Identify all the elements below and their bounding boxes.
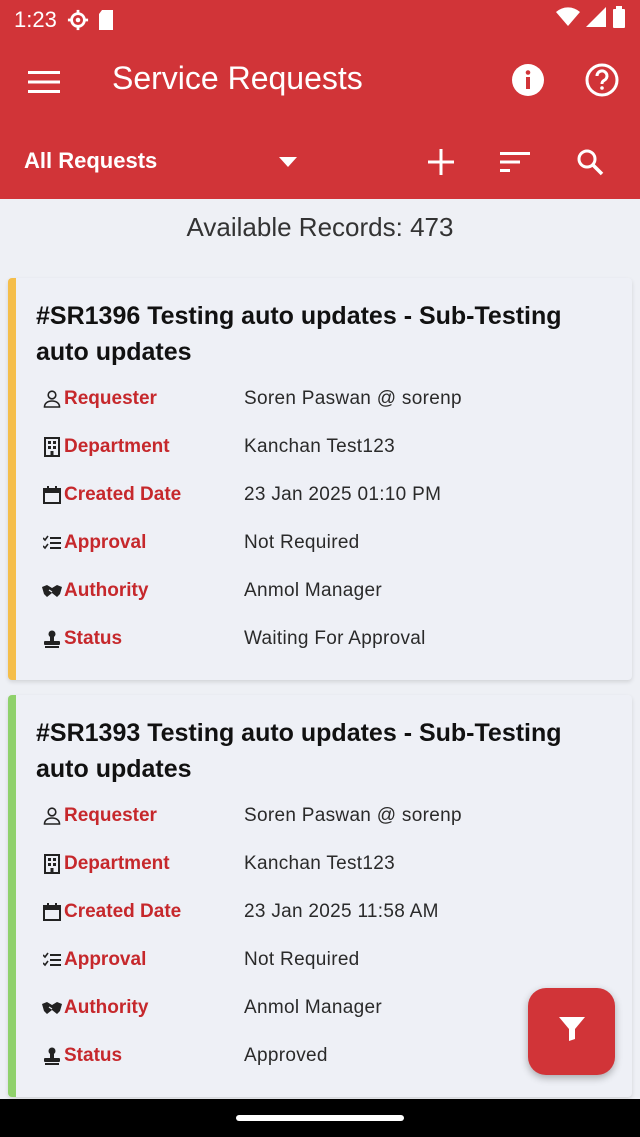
- building-icon: [42, 854, 62, 874]
- settings-gear-icon: [67, 9, 89, 31]
- available-records-count: Available Records: 473: [186, 212, 454, 242]
- requester-value: Soren Paswan @ sorenp: [244, 805, 462, 826]
- status-label: Status: [64, 1045, 123, 1066]
- handshake-icon: [42, 998, 62, 1018]
- approval-value: Not Required: [244, 949, 360, 970]
- wifi-icon: [556, 7, 580, 33]
- requester-row: Requester Soren Paswan @ sorenp: [42, 384, 622, 414]
- signal-icon: [586, 7, 606, 33]
- approval-row: Approval Not Required: [42, 528, 622, 558]
- status-value: Waiting For Approval: [244, 628, 426, 649]
- approval-label: Approval: [64, 949, 147, 970]
- requester-row: Requester Soren Paswan @ sorenp: [42, 801, 622, 831]
- filter-fab-button[interactable]: [528, 988, 615, 1075]
- plus-icon[interactable]: [421, 142, 461, 182]
- created-date-value: 23 Jan 2025 01:10 PM: [244, 484, 442, 505]
- requester-value: Soren Paswan @ sorenp: [244, 388, 462, 409]
- created-date-label: Created Date: [64, 901, 182, 922]
- help-icon[interactable]: [582, 60, 622, 100]
- status-time: 1:23: [14, 7, 57, 32]
- home-gesture-handle[interactable]: [236, 1115, 404, 1121]
- approval-row: Approval Not Required: [42, 945, 622, 975]
- caret-down-icon: [279, 154, 297, 172]
- created-date-row: Created Date 23 Jan 2025 01:10 PM: [42, 480, 622, 510]
- page-title: Service Requests: [112, 60, 363, 96]
- checklist-icon: [42, 533, 62, 553]
- created-date-row: Created Date 23 Jan 2025 11:58 AM: [42, 897, 622, 927]
- requester-label: Requester: [64, 388, 157, 409]
- person-icon: [42, 389, 62, 409]
- building-icon: [42, 437, 62, 457]
- search-icon[interactable]: [570, 142, 610, 182]
- status-value: Approved: [244, 1045, 328, 1066]
- app-bar: Service Requests: [0, 40, 640, 122]
- checklist-icon: [42, 950, 62, 970]
- status-label: Status: [64, 628, 123, 649]
- stamp-icon: [42, 629, 62, 649]
- info-icon[interactable]: [508, 60, 548, 100]
- sd-card-icon: [97, 9, 115, 31]
- service-request-card[interactable]: #SR1396 Testing auto updates - Sub-Testi…: [8, 278, 632, 680]
- approval-value: Not Required: [244, 532, 360, 553]
- hamburger-menu-icon[interactable]: [24, 62, 64, 102]
- calendar-icon: [42, 902, 62, 922]
- stamp-icon: [42, 1046, 62, 1066]
- sort-icon[interactable]: [495, 142, 535, 182]
- authority-value: Anmol Manager: [244, 997, 383, 1018]
- app-header: 1:23 Service Requests All Requests: [0, 0, 640, 199]
- approval-label: Approval: [64, 532, 147, 553]
- filter-toolbar: All Requests: [0, 122, 640, 199]
- filter-icon: [558, 1017, 585, 1046]
- request-title: #SR1393 Testing auto updates - Sub-Testi…: [36, 719, 562, 783]
- department-value: Kanchan Test123: [244, 853, 395, 874]
- created-date-value: 23 Jan 2025 11:58 AM: [244, 901, 439, 922]
- department-label: Department: [64, 853, 170, 874]
- authority-label: Authority: [64, 580, 149, 601]
- battery-icon: [612, 6, 626, 34]
- handshake-icon: [42, 581, 62, 601]
- person-icon: [42, 806, 62, 826]
- status-bar: 1:23: [0, 0, 640, 40]
- department-value: Kanchan Test123: [244, 436, 395, 457]
- request-title: #SR1396 Testing auto updates - Sub-Testi…: [36, 302, 562, 366]
- created-date-label: Created Date: [64, 484, 182, 505]
- request-filter-dropdown[interactable]: All Requests: [24, 144, 304, 178]
- filter-selected-value: All Requests: [24, 148, 158, 173]
- authority-value: Anmol Manager: [244, 580, 383, 601]
- system-navigation-bar: [0, 1099, 640, 1137]
- authority-row: Authority Anmol Manager: [42, 576, 622, 606]
- authority-label: Authority: [64, 997, 149, 1018]
- department-row: Department Kanchan Test123: [42, 432, 622, 462]
- department-label: Department: [64, 436, 170, 457]
- requester-label: Requester: [64, 805, 157, 826]
- calendar-icon: [42, 485, 62, 505]
- department-row: Department Kanchan Test123: [42, 849, 622, 879]
- status-row: Status Waiting For Approval: [42, 624, 622, 654]
